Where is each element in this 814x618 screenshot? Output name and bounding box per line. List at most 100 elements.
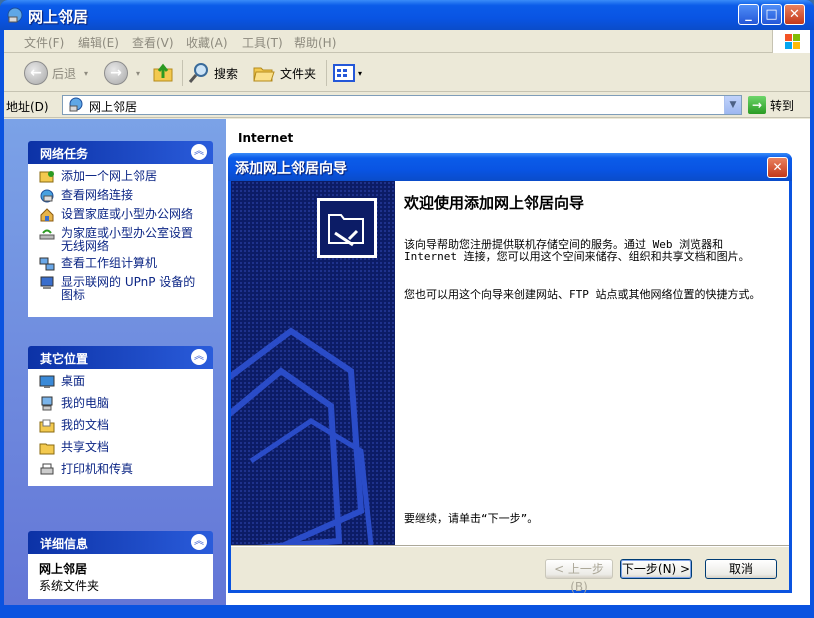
home-network-icon <box>40 208 54 222</box>
place-shared-documents[interactable]: 共享文档 <box>39 441 204 456</box>
network-connections-icon <box>40 189 54 203</box>
task-setup-home-network[interactable]: 设置家庭或小型办公网络 <box>39 208 204 223</box>
place-desktop[interactable]: 桌面 <box>39 375 204 390</box>
wizard-description: 该向导帮助您注册提供联机存储空间的服务。通过 Web 浏览器和 Internet… <box>404 238 750 263</box>
views-dropdown-icon: ▾ <box>358 68 363 78</box>
toolbar-separator <box>182 60 183 86</box>
task-setup-wireless[interactable]: 为家庭或小型办公室设置无线网络 <box>39 227 204 253</box>
back-dropdown-icon[interactable]: ▾ <box>84 69 88 78</box>
details-header[interactable]: 详细信息 ︽ <box>28 531 213 554</box>
wizard-banner <box>231 181 395 545</box>
search-label: 搜索 <box>214 66 239 81</box>
title-bar[interactable]: 网上邻居 _ □ ✕ <box>0 0 814 30</box>
menu-file[interactable]: 文件(F) <box>24 34 64 51</box>
wizard-next-button[interactable]: 下一步(N) > <box>620 559 692 579</box>
detail-type: 系统文件夹 <box>39 579 100 593</box>
menu-favorites[interactable]: 收藏(A) <box>186 34 228 51</box>
wizard-close-button[interactable]: ✕ <box>767 157 788 178</box>
details-panel: 详细信息 ︽ 网上邻居 系统文件夹 <box>28 531 213 599</box>
wizard-cancel-button[interactable]: 取消 <box>705 559 777 579</box>
wizard-folder-art-icon <box>231 198 377 545</box>
minimize-button[interactable]: _ <box>738 4 759 25</box>
views-icon <box>333 64 355 82</box>
back-arrow-icon: ← <box>24 61 48 85</box>
forward-dropdown-icon[interactable]: ▾ <box>136 69 140 78</box>
place-my-computer[interactable]: 我的电脑 <box>39 396 204 412</box>
folders-button[interactable]: 文件夹 <box>252 60 316 86</box>
menu-help[interactable]: 帮助(H) <box>294 34 336 51</box>
panel-title: 其它位置 <box>40 352 89 366</box>
wizard-heading: 欢迎使用添加网上邻居向导 <box>404 194 585 212</box>
wizard-title-bar[interactable]: 添加网上邻居向导 ✕ <box>228 153 792 181</box>
task-view-workgroup[interactable]: 查看工作组计算机 <box>39 257 204 272</box>
wizard-dialog: 添加网上邻居向导 ✕ 欢迎使用添加网上邻居向导 该向导帮助您注册提供联机存储空间… <box>228 153 792 594</box>
maximize-button[interactable]: □ <box>761 4 782 25</box>
address-bar: 地址(D) 网上邻居 ▼ → 转到 <box>4 93 810 118</box>
folders-label: 文件夹 <box>280 66 317 81</box>
wizard-client: 欢迎使用添加网上邻居向导 该向导帮助您注册提供联机存储空间的服务。通过 Web … <box>231 181 789 594</box>
workgroup-computers-icon <box>39 257 55 271</box>
panel-title: 详细信息 <box>40 537 89 551</box>
address-value: 网上邻居 <box>89 100 138 114</box>
wizard-title: 添加网上邻居向导 <box>235 161 347 177</box>
menu-view[interactable]: 查看(V) <box>132 34 174 51</box>
go-button[interactable]: → 转到 <box>748 95 808 115</box>
up-button[interactable] <box>152 60 174 86</box>
toolbar-separator <box>326 60 327 86</box>
my-documents-icon <box>39 419 55 433</box>
detail-name: 网上邻居 <box>39 562 88 576</box>
task-view-connections[interactable]: 查看网络连接 <box>39 189 204 204</box>
wireless-network-icon <box>39 229 55 240</box>
task-show-upnp[interactable]: 显示联网的 UPnP 设备的图标 <box>39 276 204 302</box>
wizard-content: 欢迎使用添加网上邻居向导 该向导帮助您注册提供联机存储空间的服务。通过 Web … <box>395 181 789 545</box>
collapse-chevron-icon[interactable]: ︽ <box>191 534 207 550</box>
wizard-continue-hint: 要继续，请单击“下一步”。 <box>404 512 539 525</box>
printer-icon <box>40 463 54 475</box>
back-button[interactable]: ← 后退 ▾ <box>24 60 88 86</box>
address-dropdown-icon[interactable]: ▼ <box>724 96 741 114</box>
other-places-panel: 其它位置 ︽ 桌面 我的电脑 我的文档 共享文档 打印机和传真 <box>28 346 213 486</box>
search-button[interactable]: 搜索 <box>188 60 238 86</box>
wizard-back-button[interactable]: < 上一步(B) <box>545 559 613 594</box>
forward-arrow-icon: → <box>104 61 128 85</box>
folders-icon <box>253 67 275 82</box>
windows-logo-icon <box>772 30 810 53</box>
wizard-separator <box>231 545 789 547</box>
collapse-chevron-icon[interactable]: ︽ <box>191 144 207 160</box>
network-places-icon <box>7 7 23 23</box>
desktop-icon <box>39 375 55 388</box>
menu-tools[interactable]: 工具(T) <box>242 34 283 51</box>
menu-edit[interactable]: 编辑(E) <box>78 34 119 51</box>
explorer-window: 网上邻居 _ □ ✕ 文件(F) 编辑(E) 查看(V) 收藏(A) 工具(T)… <box>0 0 814 618</box>
window-bottom-border <box>0 605 814 618</box>
back-label: 后退 <box>52 66 77 81</box>
task-pane: 网络任务 ︽ 添加一个网上邻居 查看网络连接 设置家庭或小型办公网络 为家庭或小… <box>4 119 226 614</box>
network-places-icon <box>69 97 83 112</box>
other-places-header[interactable]: 其它位置 ︽ <box>28 346 213 369</box>
task-add-network-place[interactable]: 添加一个网上邻居 <box>39 170 204 185</box>
panel-title: 网络任务 <box>40 147 89 161</box>
shared-folder-icon <box>39 443 55 455</box>
place-printers-faxes[interactable]: 打印机和传真 <box>39 463 204 478</box>
window-title: 网上邻居 <box>28 8 89 26</box>
go-label: 转到 <box>770 98 795 113</box>
views-button[interactable]: ▾ <box>332 60 362 86</box>
close-button[interactable]: ✕ <box>784 4 805 25</box>
network-tasks-panel: 网络任务 ︽ 添加一个网上邻居 查看网络连接 设置家庭或小型办公网络 为家庭或小… <box>28 141 213 317</box>
collapse-chevron-icon[interactable]: ︽ <box>191 349 207 365</box>
go-arrow-icon: → <box>748 96 766 114</box>
group-header: Internet <box>238 131 294 145</box>
address-input[interactable]: 网上邻居 ▼ <box>62 95 742 115</box>
my-computer-icon <box>41 396 53 411</box>
forward-button[interactable]: → ▾ <box>104 60 140 86</box>
toolbar: ← 后退 ▾ → ▾ 搜索 文件夹 ▾ <box>4 54 810 92</box>
address-label: 地址(D) <box>6 100 49 114</box>
wizard-description-2: 您也可以用这个向导来创建网站、FTP 站点或其他网络位置的快捷方式。 <box>404 288 761 301</box>
place-my-documents[interactable]: 我的文档 <box>39 419 204 434</box>
network-tasks-body: 添加一个网上邻居 查看网络连接 设置家庭或小型办公网络 为家庭或小型办公室设置无… <box>28 164 213 317</box>
menu-bar: 文件(F) 编辑(E) 查看(V) 收藏(A) 工具(T) 帮助(H) <box>4 30 810 53</box>
search-icon <box>188 63 208 83</box>
network-tasks-header[interactable]: 网络任务 ︽ <box>28 141 213 164</box>
upnp-device-icon <box>40 276 54 289</box>
details-body: 网上邻居 系统文件夹 <box>28 554 213 599</box>
